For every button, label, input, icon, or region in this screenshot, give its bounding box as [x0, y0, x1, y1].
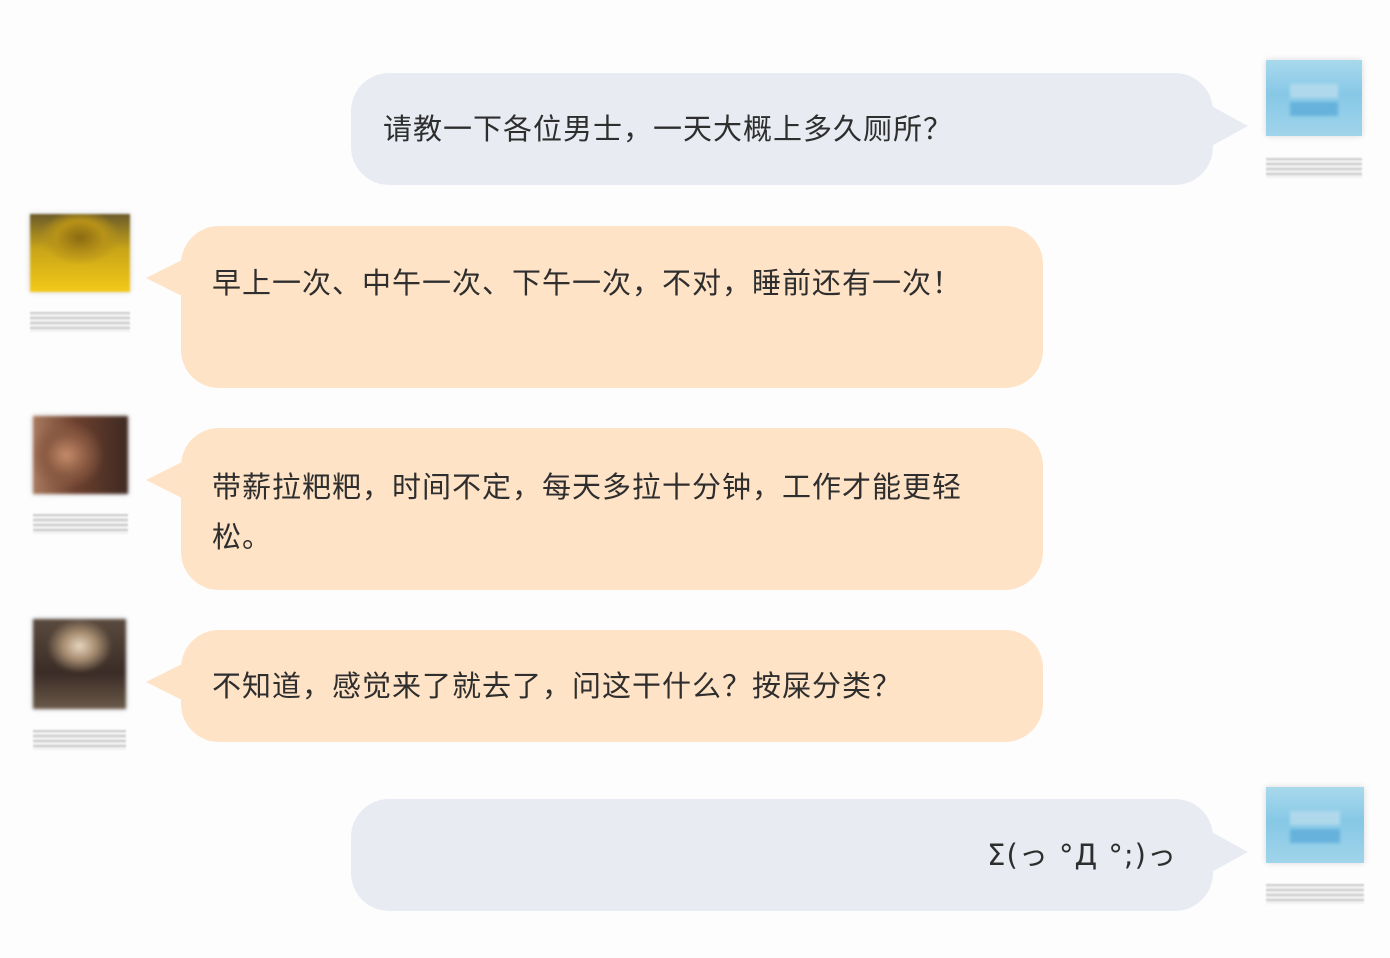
bubble-tail — [1208, 104, 1248, 148]
username-blurred — [1266, 158, 1362, 178]
avatar-stripe — [1290, 829, 1340, 843]
chat-thread: 请教一下各位男士，一天大概上多久厕所？ 早上一次、中午一次、下午一次，不对，睡前… — [0, 0, 1390, 958]
message-text: 早上一次、中午一次、下午一次，不对，睡前还有一次！ — [212, 266, 963, 300]
message-bubble-incoming[interactable]: 不知道，感觉来了就去了，问这干什么？按屎分类？ — [181, 630, 1043, 742]
avatar-stripe — [1290, 84, 1338, 98]
bubble-tail — [146, 258, 186, 298]
username-blurred — [33, 514, 128, 534]
username-blurred — [33, 730, 126, 750]
bubble-tail — [1208, 830, 1248, 874]
message-bubble-incoming[interactable]: 早上一次、中午一次、下午一次，不对，睡前还有一次！ — [181, 226, 1043, 388]
avatar[interactable] — [33, 619, 126, 709]
message-text: Σ(っ °Д °;)っ — [987, 838, 1177, 872]
message-text: 请教一下各位男士，一天大概上多久厕所？ — [383, 112, 954, 146]
message-text: 带薪拉粑粑，时间不定，每天多拉十分钟，工作才能更轻松。 — [212, 470, 963, 554]
avatar[interactable] — [1266, 787, 1364, 863]
avatar[interactable] — [33, 416, 128, 494]
message-bubble-incoming[interactable]: 带薪拉粑粑，时间不定，每天多拉十分钟，工作才能更轻松。 — [181, 428, 1043, 590]
avatar-stripe — [1290, 811, 1340, 825]
bubble-tail — [146, 662, 186, 702]
avatar[interactable] — [30, 214, 130, 292]
bubble-tail — [146, 460, 186, 500]
username-blurred — [1266, 884, 1364, 904]
message-bubble-outgoing[interactable]: 请教一下各位男士，一天大概上多久厕所？ — [351, 73, 1213, 185]
username-blurred — [30, 312, 130, 332]
message-bubble-outgoing[interactable]: Σ(っ °Д °;)っ — [351, 799, 1213, 911]
avatar-stripe — [1290, 102, 1338, 116]
avatar[interactable] — [1266, 60, 1362, 136]
message-text: 不知道，感觉来了就去了，问这干什么？按屎分类？ — [212, 669, 903, 703]
